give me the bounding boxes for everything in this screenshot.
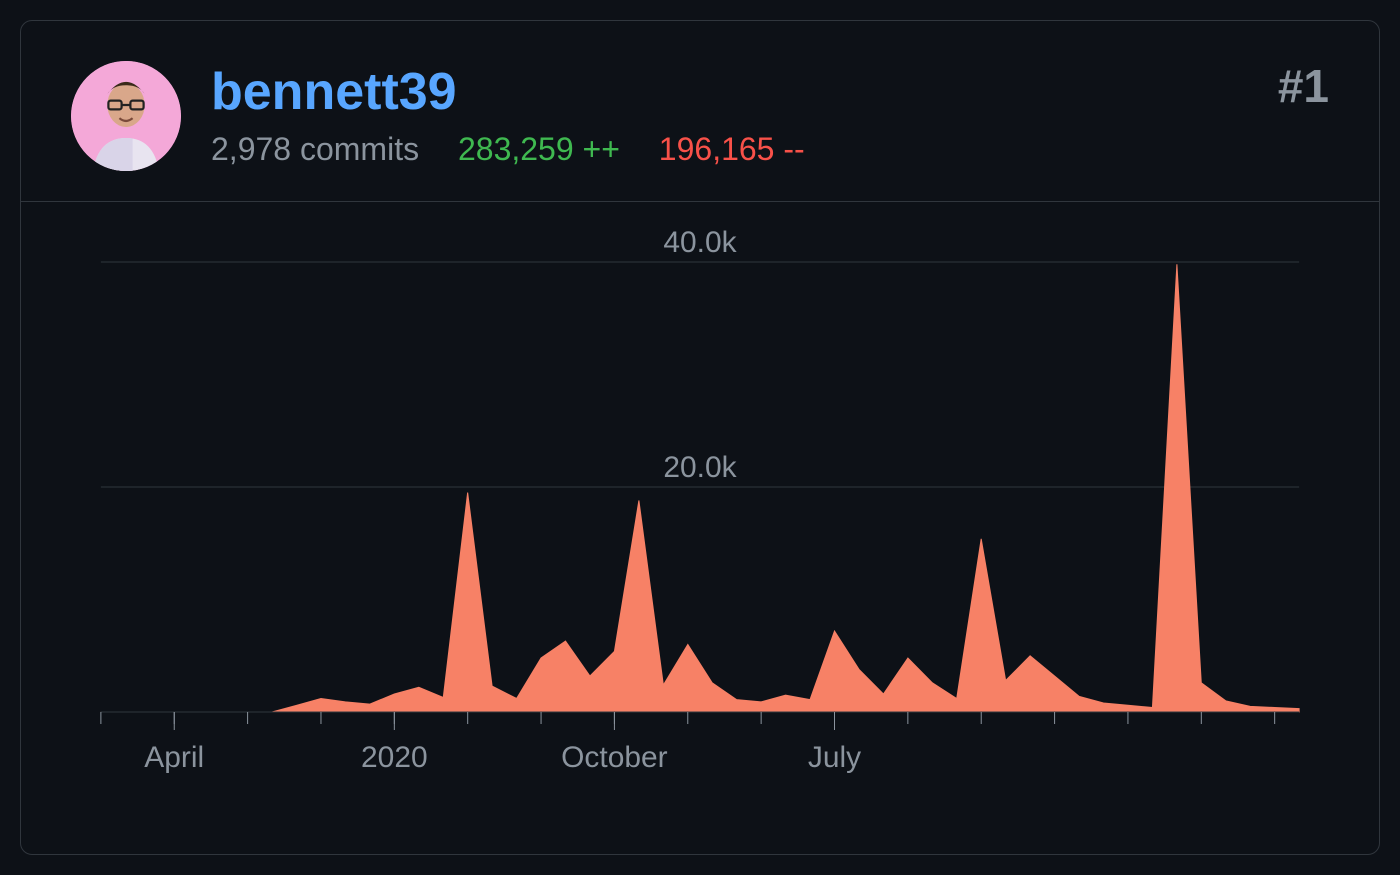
svg-text:July: July bbox=[808, 741, 861, 774]
contributor-card: bennett39 2,978 commits 283,259 ++ 196,1… bbox=[20, 20, 1380, 855]
user-block: bennett39 2,978 commits 283,259 ++ 196,1… bbox=[211, 64, 835, 168]
svg-text:2020: 2020 bbox=[361, 741, 428, 774]
deletions-count: 196,165 -- bbox=[659, 131, 805, 167]
rank-badge: #1 bbox=[1278, 59, 1329, 113]
avatar[interactable] bbox=[71, 61, 181, 171]
stats-line: 2,978 commits 283,259 ++ 196,165 -- bbox=[211, 131, 835, 168]
commit-activity-chart: 20.0k 40.0k April 2020 October July bbox=[21, 202, 1379, 842]
avatar-illustration bbox=[71, 61, 181, 171]
card-header: bennett39 2,978 commits 283,259 ++ 196,1… bbox=[21, 21, 1379, 202]
additions-count: 283,259 ++ bbox=[458, 131, 620, 167]
svg-text:October: October bbox=[561, 741, 668, 774]
svg-text:40.0k: 40.0k bbox=[663, 226, 737, 259]
commit-count: 2,978 commits bbox=[211, 131, 419, 167]
chart-svg: 20.0k 40.0k April 2020 October July bbox=[21, 202, 1379, 842]
username-link[interactable]: bennett39 bbox=[211, 64, 835, 121]
svg-text:April: April bbox=[144, 741, 204, 774]
svg-text:20.0k: 20.0k bbox=[663, 451, 737, 484]
